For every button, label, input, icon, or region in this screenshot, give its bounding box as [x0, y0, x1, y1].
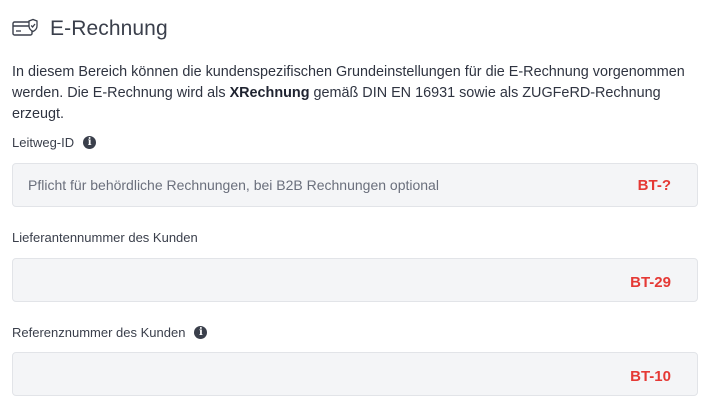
leitweg-id-field: BT-? [12, 163, 698, 207]
field-label-referenznummer: Referenznummer des Kunden i [12, 325, 208, 340]
info-icon[interactable]: i [83, 136, 97, 149]
field-annotation: BT-? [637, 177, 671, 194]
field-label-text: Lieferantennummer des Kunden [12, 230, 198, 245]
field-annotation: BT-29 [630, 274, 671, 291]
referenznummer-input[interactable] [28, 353, 588, 395]
field-label-text: Referenznummer des Kunden [12, 325, 186, 340]
field-label-leitweg-id: Leitweg-ID i [12, 135, 97, 150]
section-description: In diesem Bereich können die kundenspezi… [12, 62, 702, 125]
lieferantennummer-field: BT-29 [12, 258, 698, 302]
info-icon[interactable]: i [194, 326, 208, 339]
referenznummer-field: BT-10 [12, 352, 698, 396]
section-header: E-Rechnung [12, 14, 168, 44]
description-bold: XRechnung [229, 85, 310, 101]
section-title: E-Rechnung [50, 17, 168, 40]
field-label-lieferantennummer: Lieferantennummer des Kunden [12, 230, 198, 245]
invoice-card-check-icon [12, 17, 38, 41]
field-annotation: BT-10 [630, 368, 671, 385]
lieferantennummer-input[interactable] [28, 259, 588, 301]
field-label-text: Leitweg-ID [12, 135, 75, 150]
leitweg-id-input[interactable] [28, 164, 588, 206]
e-rechnung-settings: E-Rechnung In diesem Bereich können die … [0, 0, 714, 414]
